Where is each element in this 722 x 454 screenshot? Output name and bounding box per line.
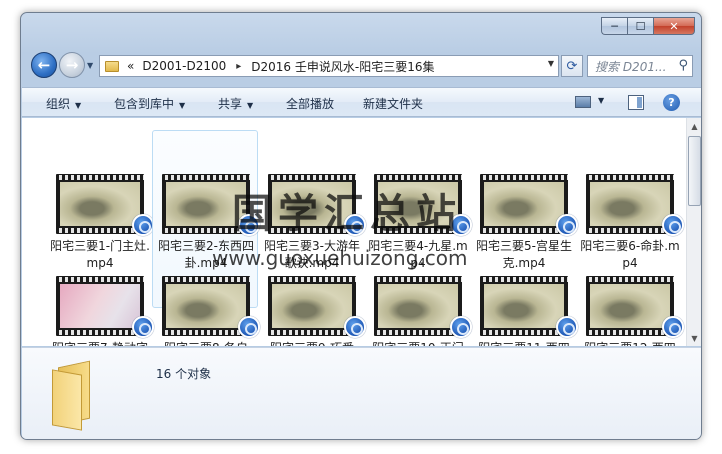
vertical-scrollbar[interactable]: ▲ ▼	[686, 118, 701, 346]
new-folder-button[interactable]: 新建文件夹	[363, 95, 423, 112]
file-item[interactable]: 阳宅三要12-西四	[578, 276, 684, 346]
thumbnail-image	[590, 182, 670, 226]
thumbnail-image	[484, 284, 564, 328]
thumbnail-image	[60, 182, 140, 226]
file-item[interactable]: 阳宅三要8-各自	[154, 276, 260, 346]
include-in-library-label: 包含到库中	[114, 97, 175, 111]
chevron-down-icon: ▼	[179, 101, 186, 110]
minimize-button[interactable]: ─	[601, 17, 627, 35]
video-thumbnail	[268, 276, 356, 336]
thumbnail-image	[378, 284, 458, 328]
video-thumbnail	[162, 276, 250, 336]
address-bar[interactable]: « D2001-D2100 ▸ D2016 壬申说风水-阳宅三要16集 ▼	[99, 55, 559, 77]
details-pane: 16 个对象	[22, 347, 701, 439]
file-item[interactable]: 阳宅三要11-西四	[472, 276, 578, 346]
breadcrumb-overflow[interactable]: «	[127, 59, 134, 73]
play-all-button[interactable]: 全部播放	[286, 95, 334, 112]
file-item[interactable]: 阳宅三要9-巧番	[260, 276, 366, 346]
file-item[interactable]: 阳宅三要7-静动宅	[48, 276, 154, 346]
preview-pane-icon[interactable]	[628, 95, 644, 110]
search-icon[interactable]: ⚲	[678, 58, 688, 73]
include-in-library-menu[interactable]: 包含到库中 ▼	[114, 95, 185, 112]
maximize-button[interactable]: ☐	[627, 17, 653, 35]
video-thumbnail	[480, 174, 568, 234]
media-player-icon	[344, 316, 366, 338]
thumbnail-image	[60, 284, 140, 328]
watermark-url: www.guoxuehuizong.com	[212, 246, 468, 270]
organize-menu[interactable]: 组织 ▼	[46, 95, 81, 112]
breadcrumb-item-current[interactable]: D2016 壬申说风水-阳宅三要16集	[251, 58, 434, 75]
media-player-icon	[132, 316, 154, 338]
thumbnail-image	[166, 284, 246, 328]
watermark-title: 国学汇总站	[232, 190, 462, 237]
window-controls: ─ ☐ ✕	[601, 17, 695, 35]
chevron-down-icon: ▼	[75, 101, 82, 110]
breadcrumb-item-parent[interactable]: D2001-D2100	[142, 59, 226, 73]
close-button[interactable]: ✕	[653, 17, 695, 35]
large-folder-icon	[52, 360, 96, 431]
search-placeholder: 搜索 D201...	[595, 59, 667, 74]
video-thumbnail	[480, 276, 568, 336]
navigation-bar: ← → ▼ « D2001-D2100 ▸ D2016 壬申说风水-阳宅三要16…	[29, 51, 695, 81]
video-thumbnail	[586, 276, 674, 336]
share-menu[interactable]: 共享 ▼	[218, 95, 253, 112]
command-bar: 组织 ▼ 包含到库中 ▼ 共享 ▼ 全部播放 新建文件夹 ▼ ?	[22, 87, 701, 117]
change-view-icon[interactable]	[575, 96, 591, 108]
media-player-icon	[238, 316, 260, 338]
file-name: 阳宅三要7-静动宅	[48, 340, 152, 346]
thumbnail-image	[484, 182, 564, 226]
scroll-down-arrow-icon[interactable]: ▼	[687, 330, 701, 346]
file-name: 阳宅三要11-西四	[472, 340, 576, 346]
refresh-button[interactable]: ⟳	[561, 55, 583, 77]
thumbnail-image	[272, 284, 352, 328]
folder-icon	[105, 60, 119, 72]
help-icon[interactable]: ?	[663, 94, 680, 111]
file-item[interactable]: 阳宅三要10-正门	[366, 276, 472, 346]
media-player-icon	[662, 316, 684, 338]
file-name: 阳宅三要10-正门	[366, 340, 470, 346]
share-label: 共享	[218, 97, 243, 111]
address-chevron-down-icon[interactable]: ▼	[548, 59, 554, 68]
search-input[interactable]: 搜索 D201... ⚲	[587, 55, 693, 77]
file-name: 阳宅三要12-西四	[578, 340, 682, 346]
breadcrumb-separator-icon[interactable]: ▸	[236, 61, 241, 72]
scroll-up-arrow-icon[interactable]: ▲	[687, 118, 701, 134]
media-player-icon	[556, 316, 578, 338]
forward-button[interactable]: →	[59, 52, 85, 78]
organize-label: 组织	[46, 97, 71, 111]
view-options-chevron-down-icon[interactable]: ▼	[598, 96, 604, 105]
file-name: 阳宅三要8-各自	[154, 340, 258, 346]
recent-pages-chevron-down-icon[interactable]: ▼	[87, 61, 93, 70]
file-name: 阳宅三要9-巧番	[260, 340, 364, 346]
media-player-icon	[450, 316, 472, 338]
thumbnail-image	[590, 284, 670, 328]
item-count: 16 个对象	[156, 367, 212, 381]
video-thumbnail	[374, 276, 462, 336]
scrollbar-thumb[interactable]	[688, 136, 701, 206]
back-button[interactable]: ←	[31, 52, 57, 78]
chevron-down-icon: ▼	[247, 101, 254, 110]
video-thumbnail	[56, 174, 144, 234]
video-thumbnail	[586, 174, 674, 234]
video-thumbnail	[56, 276, 144, 336]
